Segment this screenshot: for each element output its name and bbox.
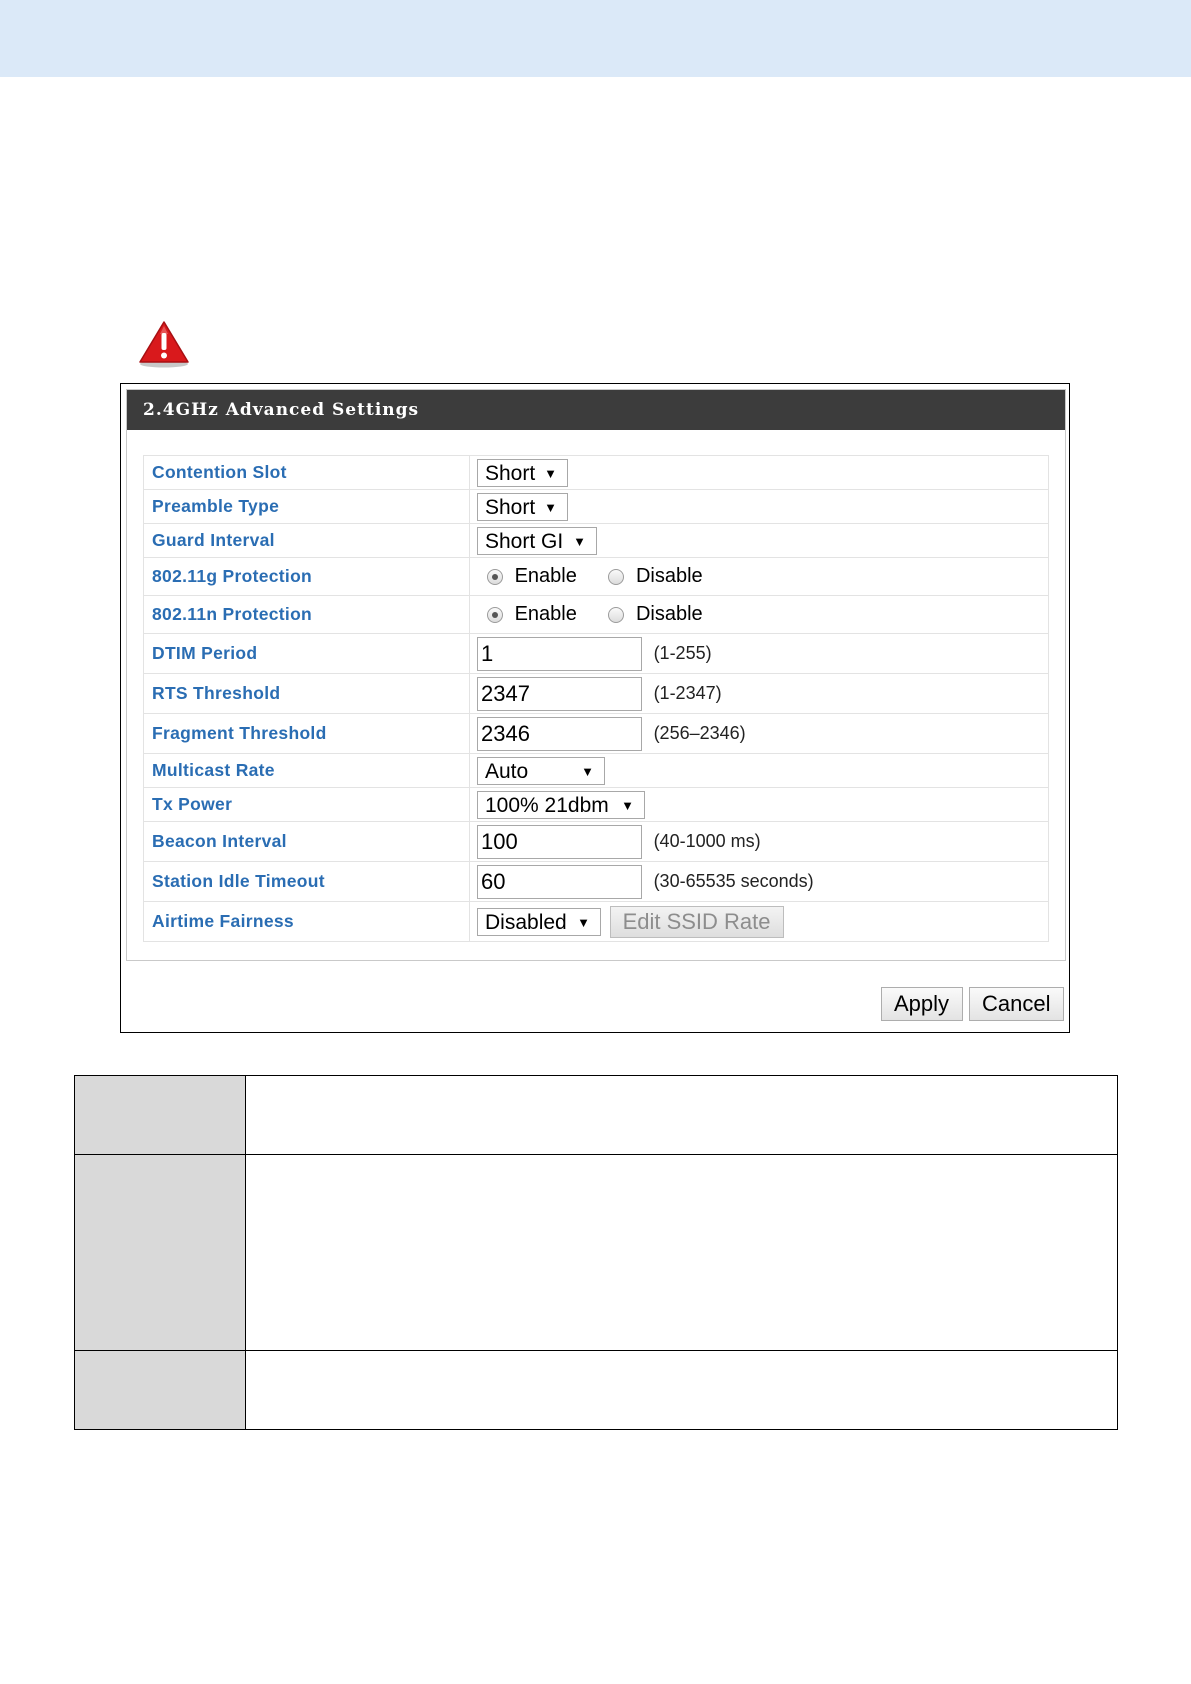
row-contention-slot: Contention Slot Short ▼ <box>143 455 1049 490</box>
protection-11n-enable-radio[interactable] <box>487 606 503 623</box>
dtim-period-input[interactable]: 1 <box>477 636 642 671</box>
fragment-threshold-hint: (256–2346) <box>653 723 746 743</box>
protection-11g-enable-radio[interactable] <box>487 568 503 585</box>
chevron-down-icon: ▼ <box>621 797 634 813</box>
protection-11g-disable-radio[interactable] <box>608 568 625 585</box>
settings-screenshot: 2.4GHz Advanced Settings Contention Slot… <box>120 383 1070 1033</box>
fragment-threshold-label: Fragment Threshold <box>143 713 470 754</box>
chevron-down-icon: ▼ <box>573 533 586 549</box>
contention-slot-select[interactable]: Short ▼ <box>477 458 568 487</box>
description-value-cell <box>245 1350 1118 1430</box>
row-rts-threshold: RTS Threshold 2347 (1-2347) <box>143 673 1049 714</box>
airtime-fairness-select[interactable]: Disabled ▼ <box>477 907 601 936</box>
row-station-idle-timeout: Station Idle Timeout 60 (30-65535 second… <box>143 861 1049 902</box>
contention-slot-value: Short <box>485 461 536 485</box>
tx-power-value: 100% 21dbm <box>485 793 609 817</box>
chevron-down-icon: ▼ <box>581 763 594 779</box>
station-idle-timeout-label: Station Idle Timeout <box>143 861 470 902</box>
preamble-type-select[interactable]: Short ▼ <box>477 492 568 521</box>
multicast-rate-select[interactable]: Auto ▼ <box>477 756 605 785</box>
apply-button[interactable]: Apply <box>881 987 963 1021</box>
description-row <box>74 1075 1118 1155</box>
description-key-cell <box>74 1350 246 1430</box>
guard-interval-label: Guard Interval <box>143 523 470 558</box>
description-key-cell <box>74 1075 246 1155</box>
beacon-interval-label: Beacon Interval <box>143 821 470 862</box>
row-airtime-fairness: Airtime Fairness Disabled ▼ Edit SSID Ra… <box>143 901 1049 942</box>
chevron-down-icon: ▼ <box>544 465 557 481</box>
protection-11g-label: 802.11g Protection <box>143 557 470 596</box>
protection-11n-label: 802.11n Protection <box>143 595 470 634</box>
description-key-cell <box>74 1154 246 1351</box>
protection-11g-enable-label: Enable <box>514 565 577 588</box>
rts-threshold-label: RTS Threshold <box>143 673 470 714</box>
panel-title: 2.4GHz Advanced Settings <box>127 390 1065 430</box>
row-fragment-threshold: Fragment Threshold 2346 (256–2346) <box>143 713 1049 754</box>
row-preamble-type: Preamble Type Short ▼ <box>143 489 1049 524</box>
multicast-rate-value: Auto <box>485 759 529 783</box>
beacon-interval-input[interactable]: 100 <box>477 824 642 859</box>
protection-11n-enable-label: Enable <box>514 603 577 626</box>
settings-table: Contention Slot Short ▼ Preamble Type Sh… <box>143 455 1049 942</box>
airtime-fairness-label: Airtime Fairness <box>143 901 470 942</box>
chevron-down-icon: ▼ <box>577 914 590 930</box>
page-header-band <box>0 0 1191 77</box>
tx-power-select[interactable]: 100% 21dbm ▼ <box>477 790 645 819</box>
airtime-fairness-value: Disabled <box>485 910 567 934</box>
row-11n-protection: 802.11n Protection Enable Disable <box>143 595 1049 634</box>
edit-ssid-rate-button[interactable]: Edit SSID Rate <box>609 905 784 938</box>
multicast-rate-label: Multicast Rate <box>143 753 470 788</box>
chevron-down-icon: ▼ <box>544 499 557 515</box>
cancel-button[interactable]: Cancel <box>969 987 1064 1021</box>
row-beacon-interval: Beacon Interval 100 (40-1000 ms) <box>143 821 1049 862</box>
row-11g-protection: 802.11g Protection Enable Disable <box>143 557 1049 596</box>
tx-power-label: Tx Power <box>143 787 470 822</box>
dtim-period-label: DTIM Period <box>143 633 470 674</box>
description-row <box>74 1154 1118 1351</box>
description-table <box>74 1075 1118 1430</box>
guard-interval-value: Short GI <box>485 529 564 553</box>
station-idle-timeout-input[interactable]: 60 <box>477 864 642 899</box>
row-guard-interval: Guard Interval Short GI ▼ <box>143 523 1049 558</box>
description-row <box>74 1350 1118 1430</box>
preamble-type-value: Short <box>485 495 536 519</box>
fragment-threshold-input[interactable]: 2346 <box>477 716 642 751</box>
protection-11g-disable-label: Disable <box>635 565 703 588</box>
row-multicast-rate: Multicast Rate Auto ▼ <box>143 753 1049 788</box>
advanced-settings-panel: 2.4GHz Advanced Settings Contention Slot… <box>126 389 1066 961</box>
protection-11n-disable-label: Disable <box>635 603 703 626</box>
guard-interval-select[interactable]: Short GI ▼ <box>477 526 597 555</box>
station-idle-timeout-hint: (30-65535 seconds) <box>653 871 814 891</box>
preamble-type-label: Preamble Type <box>143 489 470 524</box>
protection-11n-disable-radio[interactable] <box>608 606 625 623</box>
dtim-period-hint: (1-255) <box>653 643 712 663</box>
row-dtim-period: DTIM Period 1 (1-255) <box>143 633 1049 674</box>
row-tx-power: Tx Power 100% 21dbm ▼ <box>143 787 1049 822</box>
rts-threshold-input[interactable]: 2347 <box>477 676 642 711</box>
beacon-interval-hint: (40-1000 ms) <box>653 831 761 851</box>
rts-threshold-hint: (1-2347) <box>653 683 722 703</box>
description-value-cell <box>245 1154 1118 1351</box>
warning-icon <box>139 321 189 368</box>
description-value-cell <box>245 1075 1118 1155</box>
contention-slot-label: Contention Slot <box>143 455 470 490</box>
